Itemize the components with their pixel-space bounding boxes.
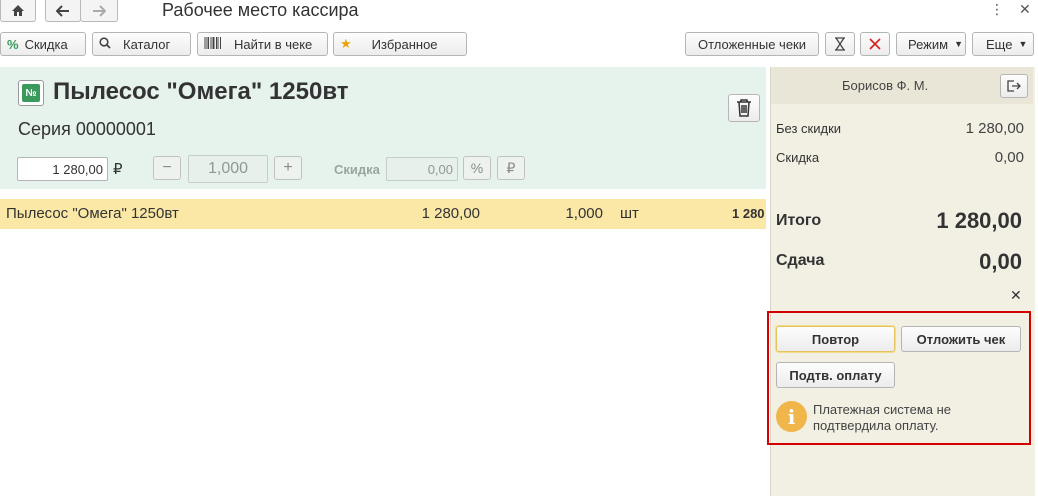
percent-icon: % xyxy=(7,36,19,52)
find-in-receipt-label: Найти в чеке xyxy=(234,36,313,52)
catalog-button-label: Каталог xyxy=(123,36,171,52)
find-in-receipt-button[interactable]: Найти в чеке xyxy=(197,32,328,56)
row-item-sum: 1 280 xyxy=(732,206,765,221)
vertical-dots-icon[interactable]: ⋮ xyxy=(990,1,1004,18)
mode-dropdown-label: Режим xyxy=(908,36,949,52)
ruble-icon: ₽ xyxy=(506,159,516,176)
catalog-button[interactable]: Каталог xyxy=(92,32,191,56)
home-button[interactable] xyxy=(0,0,36,22)
window-title: Рабочее место кассира xyxy=(162,0,359,20)
decrease-quantity-button[interactable]: − xyxy=(153,156,181,180)
arrow-left-icon xyxy=(56,4,69,17)
row-item-quantity: 1,000 xyxy=(565,205,603,222)
plus-icon: + xyxy=(283,159,293,176)
discount-input[interactable]: 0,00 xyxy=(386,157,458,181)
dropdown-arrow-icon: ▼ xyxy=(954,39,964,49)
favorites-button-label: Избранное xyxy=(371,36,438,52)
dropdown-arrow-icon: ▼ xyxy=(1018,39,1028,49)
forward-button[interactable] xyxy=(80,0,118,22)
barcode-icon xyxy=(204,36,222,52)
ruble-discount-button[interactable]: ₽ xyxy=(497,156,525,180)
back-button[interactable] xyxy=(45,0,81,22)
change-value: 0,00 xyxy=(979,249,1022,274)
favorites-button[interactable]: ★ Избранное xyxy=(333,32,467,56)
mode-dropdown[interactable]: Режим ▼ xyxy=(896,32,966,56)
discount-button-label: Скидка xyxy=(24,36,68,52)
discount-summary-value: 0,00 xyxy=(994,149,1024,166)
product-title: Пылесос "Омега" 1250вт xyxy=(53,78,349,105)
home-icon xyxy=(12,5,24,16)
cancel-receipt-button[interactable] xyxy=(860,32,890,56)
logout-button[interactable] xyxy=(1000,74,1028,98)
close-icon[interactable]: ✕ xyxy=(1010,287,1022,304)
change-label: Сдача xyxy=(776,252,825,269)
discount-summary-label: Скидка xyxy=(776,150,820,165)
red-cross-icon xyxy=(869,38,881,50)
hourglass-button[interactable] xyxy=(825,32,855,56)
quantity-input[interactable]: 1,000 xyxy=(188,155,268,183)
percent-discount-button[interactable]: % xyxy=(463,156,491,180)
cashier-name: Борисов Ф. М. xyxy=(842,78,929,93)
logout-icon xyxy=(1007,80,1021,92)
trash-icon xyxy=(737,99,751,117)
no-discount-label: Без скидки xyxy=(776,121,842,136)
no-discount-value: 1 280,00 xyxy=(965,120,1024,137)
close-icon[interactable]: ✕ xyxy=(1019,1,1031,18)
total-value: 1 280,00 xyxy=(936,208,1022,233)
row-item-price: 1 280,00 xyxy=(421,205,480,222)
product-number-icon[interactable]: № xyxy=(18,80,44,106)
increase-quantity-button[interactable]: + xyxy=(274,156,302,180)
deferred-receipts-button[interactable]: Отложенные чеки xyxy=(685,32,819,56)
discount-label: Скидка xyxy=(334,162,380,177)
arrow-right-icon xyxy=(93,4,106,17)
star-icon: ★ xyxy=(340,36,352,51)
highlight-frame xyxy=(767,311,1031,445)
price-input[interactable]: 1 280,00 xyxy=(17,157,108,181)
currency-symbol: ₽ xyxy=(113,161,123,178)
percent-icon: % xyxy=(470,160,484,176)
more-dropdown-label: Еще xyxy=(986,36,1013,52)
discount-button[interactable]: % Скидка xyxy=(0,32,86,56)
row-item-unit: шт xyxy=(620,205,639,222)
delete-button[interactable] xyxy=(728,94,760,122)
table-row[interactable]: Пылесос "Омега" 1250вт 1 280,00 1,000 шт… xyxy=(0,199,766,229)
search-icon xyxy=(99,36,111,52)
deferred-receipts-label: Отложенные чеки xyxy=(697,36,807,52)
total-label: Итого xyxy=(776,212,822,229)
minus-icon: − xyxy=(162,159,172,176)
product-series: Серия 00000001 xyxy=(18,119,156,139)
more-dropdown[interactable]: Еще ▼ xyxy=(972,32,1034,56)
row-item-name: Пылесос "Омега" 1250вт xyxy=(6,205,179,222)
hourglass-icon xyxy=(835,37,845,51)
